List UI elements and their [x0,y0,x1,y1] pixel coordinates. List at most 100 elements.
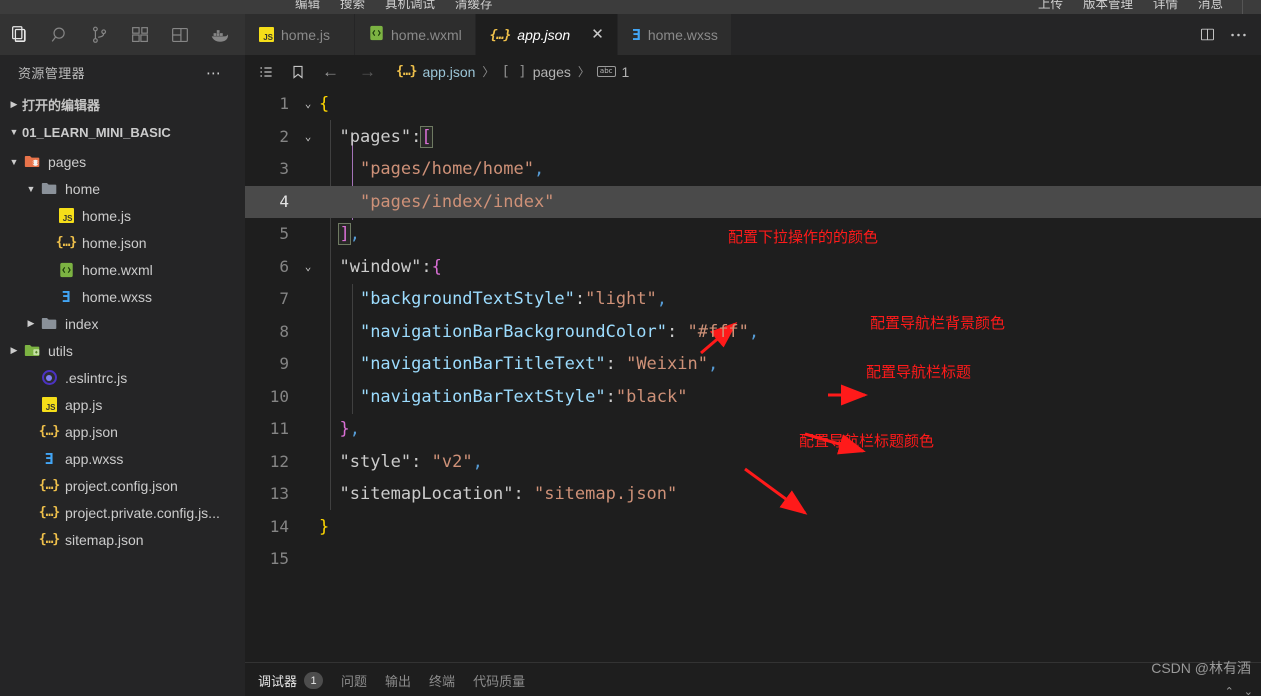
code-line[interactable]: 2 ⌄ "pages":[ [245,121,1261,154]
line-number: 6 [279,256,289,276]
menu-item-right-3[interactable]: 消息 [1188,0,1233,12]
menu-item-0[interactable]: 编辑 [285,0,330,12]
json-icon: {…} [55,235,78,250]
menu-bar-left-items[interactable]: 编辑 搜索 真机调试 清缓存 [285,0,503,13]
panel-tab[interactable]: 代码质量 [473,671,525,690]
menu-item-3[interactable]: 清缓存 [445,0,503,12]
code-line[interactable]: 1 ⌄{ [245,88,1261,121]
editor-tab[interactable]: {…} app.json ✕ [475,14,618,55]
close-icon[interactable]: ✕ [591,27,604,42]
code-editor[interactable]: 1 ⌄{2 ⌄ "pages":[3 "pages/home/home", 4 "pa… [245,88,1261,696]
search-icon[interactable] [40,15,80,55]
tree-file-row[interactable]: {…} app.json [0,418,245,445]
panel-tab-label: 代码质量 [473,674,526,689]
breadcrumb: ← → {…} app.json 〉 [ ] pages 〉 abc 1 [245,55,1261,88]
line-number: 2 [279,126,289,146]
panel-tab[interactable]: 输出 [385,671,411,690]
code-line[interactable]: 14} [245,511,1261,544]
menu-item-right-2[interactable]: 详情 [1143,0,1188,12]
tree-file-row[interactable]: {…} sitemap.json [0,526,245,553]
code-line[interactable]: 11 }, [245,413,1261,446]
code-line-text: "navigationBarTextStyle":"black" [359,386,688,407]
code-line-text: } [319,516,330,537]
fold-chevron-icon[interactable]: ⌄ [297,251,319,284]
code-line[interactable]: 10 "navigationBarTextStyle":"black" [245,381,1261,414]
eslint-icon [39,370,59,385]
tree-file-row[interactable]: {…} project.private.config.js... [0,499,245,526]
sidebar-more-icon[interactable]: ⋯ [206,64,237,82]
panel-tab[interactable]: 终端 [429,671,455,690]
code-line-text: }, [339,419,360,439]
layout-icon[interactable] [160,15,200,55]
extensions-icon[interactable] [120,15,160,55]
chevron-up-icon[interactable]: ⌃ [1225,685,1234,696]
tree-file-row[interactable]: home.wxml [0,256,245,283]
line-number: 9 [279,354,289,373]
fold-chevron-icon[interactable]: ⌄ [297,121,319,154]
code-line[interactable]: 6 ⌄ "window":{ [245,251,1261,284]
section-workspace-root[interactable]: ▼ 01_LEARN_MINI_BASIC [0,118,245,146]
docker-icon[interactable] [200,15,240,55]
line-number: 8 [279,321,289,341]
code-line[interactable]: 15 [245,543,1261,576]
source-control-icon[interactable] [80,15,120,55]
code-line[interactable]: 3 "pages/home/home", [245,153,1261,186]
navigate-forward-icon[interactable]: → [359,62,376,82]
line-number: 5 [279,224,289,243]
code-line[interactable]: 4 "pages/index/index" [245,185,1261,218]
editor-tab[interactable]: Ǝhome.wxss [617,14,732,55]
menu-bar: 编辑 搜索 真机调试 清缓存 上传 版本管理 详情 消息 [0,0,1261,14]
section-open-editors[interactable]: ▶ 打开的编辑器 [0,90,245,118]
tree-item-label: app.json [65,423,118,440]
wxml-icon [56,262,76,278]
tree-file-row[interactable]: .eslintrc.js [0,364,245,391]
code-line[interactable]: 9 "navigationBarTitleText": "Weixin", [245,348,1261,381]
code-line[interactable]: 13 "sitemapLocation": "sitemap.json" [245,478,1261,511]
tree-file-row[interactable]: Ǝhome.wxss [0,283,245,310]
tree-folder-row[interactable]: ▼ home [0,175,245,202]
tree-file-row[interactable]: {…} home.json [0,229,245,256]
menu-item-right-0[interactable]: 上传 [1028,0,1073,12]
code-line[interactable]: 7 "backgroundTextStyle":"light", [245,283,1261,316]
breadcrumb-node-pages[interactable]: [ ] pages [501,64,570,80]
menu-bar-right-items[interactable]: 上传 版本管理 详情 消息 [1028,0,1233,13]
bookmark-icon[interactable] [290,64,306,80]
explorer-icon[interactable] [0,15,40,55]
panel-tab[interactable]: 问题 [341,671,367,690]
wxss-icon: Ǝ [631,25,641,44]
panel-tab[interactable]: 调试器 1 [258,671,324,690]
tree-item-label: home.wxss [82,288,153,305]
chevron-down-icon[interactable]: ⌄ [1244,685,1253,696]
menu-item-1[interactable]: 搜索 [330,0,375,12]
breadcrumb-file[interactable]: {…} app.json [396,64,475,80]
editor-tab[interactable]: JS home.js [245,14,355,55]
editor-tab-label: app.json [517,26,571,43]
split-editor-icon[interactable] [1199,26,1216,43]
tree-file-row[interactable]: {…} project.config.json [0,472,245,499]
menu-item-2[interactable]: 真机调试 [375,0,445,12]
code-line[interactable]: 5 ], [245,218,1261,251]
explorer-sidebar: 资源管理器 ⋯ ▶ 打开的编辑器 ▼ 01_LEARN_MINI_BASIC ▼… [0,55,245,696]
code-line[interactable]: 8 "navigationBarBackgroundColor": "#fff"… [245,316,1261,349]
breadcrumb-index[interactable]: abc 1 [596,64,629,80]
tree-file-row[interactable]: JS app.js [0,391,245,418]
outline-icon[interactable] [258,64,274,80]
fold-chevron-icon[interactable]: ⌄ [297,88,319,121]
tree-folder-row[interactable]: ▶ index [0,310,245,337]
line-number: 12 [269,451,289,471]
editor-tab[interactable]: home.wxml [355,14,476,55]
menu-item-right-1[interactable]: 版本管理 [1073,0,1143,12]
tree-file-row[interactable]: Ǝapp.wxss [0,445,245,472]
navigate-back-icon[interactable]: ← [322,62,339,82]
line-number: 13 [269,484,289,503]
code-line[interactable]: 12 "style": "v2", [245,446,1261,479]
tree-folder-row[interactable]: ▼ pages [0,148,245,175]
workspace-root-label: 01_LEARN_MINI_BASIC [22,124,171,140]
tree-file-row[interactable]: JS home.js [0,202,245,229]
more-actions-icon[interactable] [1230,32,1247,38]
editor-area: JS home.js home.wxml {…} app.json ✕ Ǝhome.wxss [245,14,1261,696]
tree-folder-row[interactable]: ▶ utils [0,337,245,364]
tree-item-label: .eslintrc.js [65,369,128,386]
